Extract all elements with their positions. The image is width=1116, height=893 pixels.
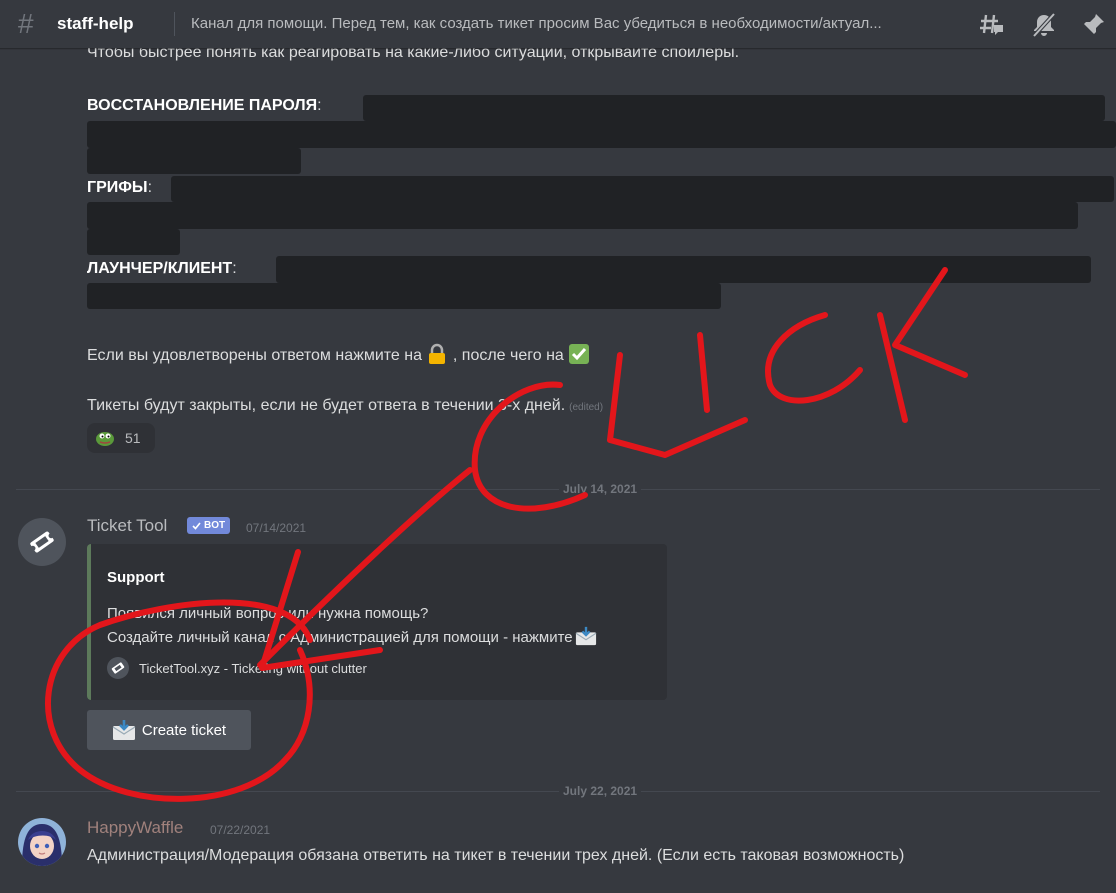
spoiler-block[interactable] [87,229,180,255]
date-divider [16,489,1100,490]
edited-label: (edited) [569,402,604,413]
section-launcher-title: ЛАУНЧЕР/КЛИЕНТ [87,260,233,277]
section-griefs-label: ГРИФЫ: [87,179,152,197]
embed-footer: TicketTool.xyz - Ticketing without clutt… [107,657,367,679]
mute-bell-icon[interactable] [1031,12,1057,38]
lock-emoji [429,343,446,364]
section-password-title: ВОССТАНОВЛЕНИЕ ПАРОЛЯ [87,97,318,114]
threads-icon[interactable] [979,12,1005,38]
bot-username[interactable]: Ticket Tool [87,516,167,536]
section-launcher-label: ЛАУНЧЕР/КЛИЕНТ: [87,260,237,278]
spoiler-block[interactable] [87,202,1078,229]
colon: : [232,260,237,277]
closing-text: Тикеты будут закрыты, если не будет отве… [87,397,566,414]
pin-icon[interactable] [1080,12,1106,38]
satisfied-text-a: Если вы удовлетворены ответом нажмите на [87,347,422,364]
check-emoji [569,344,590,364]
embed-line: Появился личный вопрос или нужна помощь? [107,605,429,622]
envelope-inbox-icon [575,626,597,646]
user-message-text: Администрация/Модерация обязана ответить… [87,847,905,864]
reaction-count: 51 [125,430,141,446]
satisfied-line: Если вы удовлетворены ответом нажмите на… [87,343,590,365]
timestamp: 07/14/2021 [246,521,307,535]
check-icon [192,521,201,530]
create-ticket-label: Create ticket [141,721,227,739]
avatar[interactable] [18,518,66,566]
pepe-emoji [96,432,114,446]
channel-topic[interactable]: Канал для помощи. Перед тем, как создать… [191,15,966,32]
embed-line-text: Создайте личный канал с Администрацией д… [107,629,573,646]
create-ticket-button[interactable]: Create ticket [87,710,251,750]
header-divider [174,12,175,36]
satisfied-text-b: , после чего на [452,347,564,364]
reaction-pepe[interactable]: 51 [87,423,155,453]
envelope-inbox-icon [112,720,136,740]
ticket-icon [30,531,54,553]
date-divider-label: July 22, 2021 [559,784,642,798]
spoiler-block[interactable] [363,95,1105,121]
bot-tag: BOT [187,517,231,534]
spoiler-block[interactable] [87,283,721,309]
spoiler-block[interactable] [276,256,1091,283]
embed-footer-text: TicketTool.xyz - Ticketing without clutt… [139,660,367,676]
spoiler-block[interactable] [87,121,1116,148]
embed-title: Support [107,569,165,586]
user-username[interactable]: HappyWaffle [87,818,183,838]
bot-tag-label: BOT [204,520,226,531]
ticket-icon [107,657,129,679]
embed: Support Появился личный вопрос или нужна… [87,544,667,700]
date-divider [16,791,1100,792]
colon: : [147,179,153,196]
colon: : [317,97,322,114]
closing-line: Тикеты будут закрыты, если не будет отве… [87,397,603,415]
spoiler-block[interactable] [87,148,301,174]
embed-line: Создайте личный канал с Администрацией д… [107,625,597,649]
embed-description: Появился личный вопрос или нужна помощь?… [107,603,597,649]
timestamp: 07/22/2021 [210,823,271,837]
date-divider-label: July 14, 2021 [559,482,642,496]
channel-name[interactable]: staff-help [57,14,134,34]
section-password-label: ВОССТАНОВЛЕНИЕ ПАРОЛЯ: [87,97,322,115]
spoiler-block[interactable] [171,176,1114,202]
hash-icon: # [18,8,34,39]
avatar[interactable] [18,818,66,866]
channel-header: # staff-help Канал для помощи. Перед тем… [0,0,1116,48]
section-griefs-title: ГРИФЫ [87,179,148,196]
